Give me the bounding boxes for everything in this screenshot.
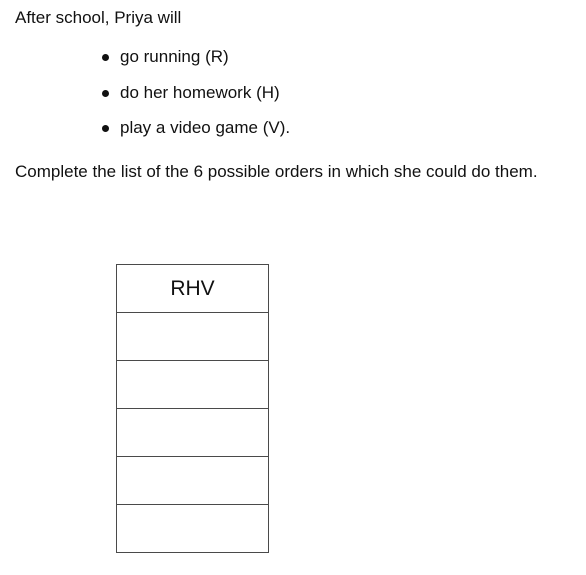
intro-text: After school, Priya will	[15, 8, 182, 27]
answer-row	[116, 360, 269, 409]
activity-list: go running (R) do her homework (H) play …	[100, 44, 290, 151]
activity-label: do her homework (H)	[120, 82, 280, 102]
answer-row: RHV	[116, 264, 269, 313]
answer-row	[116, 408, 269, 457]
activity-item-video-game: play a video game (V).	[100, 115, 290, 151]
answer-table: RHV	[116, 264, 269, 553]
answer-cell-blank[interactable]	[116, 312, 269, 361]
answer-row	[116, 456, 269, 505]
answer-cell-blank[interactable]	[116, 408, 269, 457]
activity-label: play a video game (V).	[120, 118, 291, 137]
bullet-icon	[102, 89, 109, 97]
answer-cell-blank[interactable]	[116, 504, 269, 553]
instruction-text: Complete the list of the 6 possible orde…	[15, 162, 538, 181]
answer-row	[116, 504, 269, 553]
activity-item-running: go running (R)	[100, 44, 290, 80]
bullet-icon	[102, 54, 109, 61]
activity-item-homework: do her homework (H)	[100, 80, 290, 116]
answer-cell-given: RHV	[116, 264, 269, 313]
answer-cell-blank[interactable]	[116, 456, 269, 505]
bullet-icon	[102, 125, 109, 132]
answer-row	[116, 312, 269, 361]
answer-cell-blank[interactable]	[116, 360, 269, 409]
activity-label: go running (R)	[120, 47, 229, 66]
